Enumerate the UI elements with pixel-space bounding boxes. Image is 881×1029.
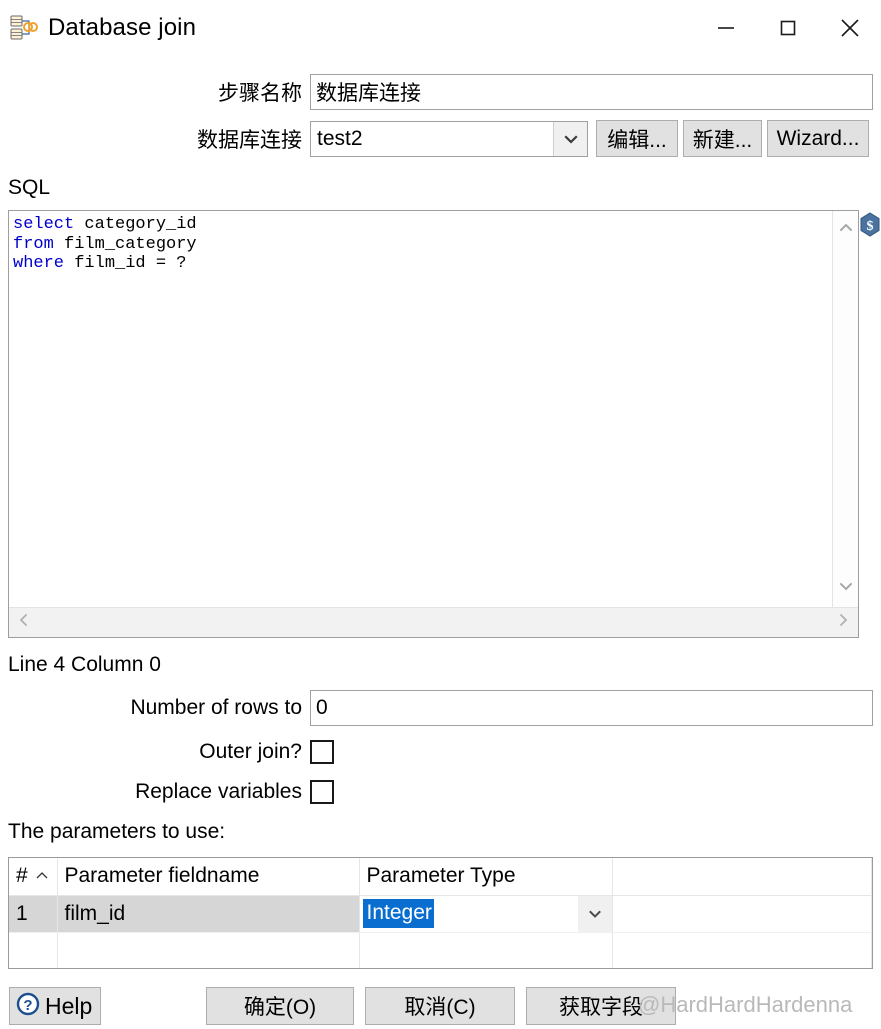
table-header-row: # Parameter fieldname Parameter Type [9, 858, 872, 896]
sql-line-rest: category_id [74, 215, 197, 234]
outer-join-row: Outer join? [90, 740, 340, 764]
scroll-up-icon[interactable] [838, 221, 854, 239]
table-row[interactable]: 1 film_id Integer [9, 895, 872, 933]
rows-limit-input[interactable]: 0 [310, 690, 873, 726]
connection-row: 数据库连接 test2 编辑... 新建... Wizard... [158, 120, 873, 157]
column-header-blank [612, 858, 872, 896]
svg-text:$: $ [867, 219, 874, 234]
column-header-fieldname[interactable]: Parameter fieldname [57, 858, 360, 896]
sort-ascending-icon [35, 862, 49, 879]
database-join-icon [9, 13, 39, 43]
chevron-down-icon[interactable] [553, 121, 587, 156]
minimize-icon[interactable] [695, 0, 757, 56]
cancel-button[interactable]: 取消(C) [365, 987, 515, 1025]
scroll-down-icon[interactable] [838, 579, 854, 597]
dollar-variable-icon[interactable]: $ [859, 212, 881, 238]
replace-variables-checkbox[interactable] [310, 780, 334, 804]
scroll-right-icon[interactable] [836, 612, 850, 633]
step-name-input[interactable]: 数据库连接 [310, 74, 873, 110]
sql-keyword: select [13, 215, 75, 234]
cell-blank [612, 932, 872, 968]
sql-vertical-scrollbar[interactable] [832, 211, 858, 607]
scroll-left-icon[interactable] [17, 612, 31, 633]
help-button[interactable]: ? Help [9, 987, 102, 1025]
window-controls [695, 0, 881, 56]
cell-parameter-type[interactable] [359, 932, 613, 968]
sql-line-rest: film_id = ? [64, 254, 187, 273]
sql-editor[interactable]: select category_id from film_category wh… [8, 210, 859, 638]
connection-value: test2 [317, 126, 363, 150]
cell-parameter-fieldname[interactable] [57, 932, 360, 968]
sql-horizontal-scrollbar[interactable] [9, 607, 858, 637]
new-connection-button[interactable]: 新建... [683, 120, 762, 157]
title-bar: Database join [0, 0, 881, 56]
rows-limit-label: Number of rows to [130, 696, 302, 719]
maximize-icon[interactable] [757, 0, 819, 56]
sql-keyword: where [13, 254, 65, 273]
sql-text[interactable]: select category_id from film_category wh… [13, 215, 823, 274]
column-header-index[interactable]: # [9, 858, 58, 896]
outer-join-label: Outer join? [199, 740, 302, 763]
close-icon[interactable] [819, 0, 881, 56]
get-fields-button[interactable]: 获取字段 [526, 987, 676, 1025]
cursor-position-status: Line 4 Column 0 [8, 653, 161, 676]
ok-button[interactable]: 确定(O) [206, 987, 354, 1025]
step-name-row: 步骤名称 数据库连接 [190, 74, 873, 110]
replace-variables-label: Replace variables [135, 780, 302, 803]
parameter-type-value[interactable]: Integer [362, 899, 434, 928]
chevron-down-icon[interactable] [577, 895, 612, 932]
parameters-label: The parameters to use: [8, 820, 226, 843]
cell-blank [612, 895, 872, 933]
connection-combo[interactable]: test2 [310, 120, 588, 157]
column-header-index-label: # [16, 864, 28, 888]
row-index [9, 932, 58, 968]
edit-connection-button[interactable]: 编辑... [596, 120, 678, 157]
sql-section-label: SQL [8, 176, 51, 199]
cell-parameter-fieldname[interactable]: film_id [57, 895, 360, 933]
database-join-dialog: Database join 步骤名称 数据库连接 数据库连接 test2 编辑.… [0, 0, 881, 1029]
rows-limit-row: Number of rows to 0 [90, 690, 873, 726]
column-header-type[interactable]: Parameter Type [359, 858, 613, 896]
help-button-label: Help [45, 992, 93, 1019]
row-index: 1 [9, 895, 58, 933]
cell-parameter-type[interactable]: Integer [359, 895, 613, 933]
parameters-table[interactable]: # Parameter fieldname Parameter Type 1 f… [8, 857, 873, 969]
svg-text:?: ? [23, 997, 32, 1014]
table-row[interactable] [9, 932, 872, 968]
sql-keyword: from [13, 234, 54, 254]
sql-line-rest: film_category [53, 234, 197, 254]
replace-variables-row: Replace variables [90, 780, 340, 804]
connection-wizard-button[interactable]: Wizard... [767, 120, 869, 157]
step-name-label: 步骤名称 [218, 82, 302, 105]
outer-join-checkbox[interactable] [310, 740, 334, 764]
connection-label: 数据库连接 [197, 128, 302, 152]
window-title: Database join [48, 14, 197, 41]
help-icon: ? [14, 990, 42, 1023]
